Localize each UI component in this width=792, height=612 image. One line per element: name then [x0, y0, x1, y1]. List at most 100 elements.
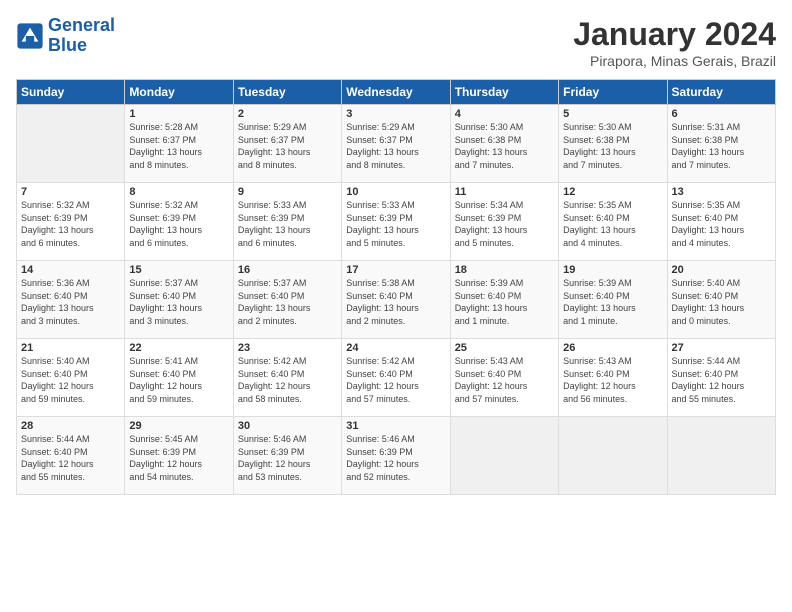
day-info: Sunrise: 5:32 AM Sunset: 6:39 PM Dayligh… [129, 199, 228, 249]
calendar-cell: 29Sunrise: 5:45 AM Sunset: 6:39 PM Dayli… [125, 417, 233, 495]
day-info: Sunrise: 5:45 AM Sunset: 6:39 PM Dayligh… [129, 433, 228, 483]
day-number: 12 [563, 186, 662, 198]
day-number: 13 [672, 186, 771, 198]
day-number: 28 [21, 420, 120, 432]
day-number: 19 [563, 264, 662, 276]
day-info: Sunrise: 5:40 AM Sunset: 6:40 PM Dayligh… [21, 355, 120, 405]
calendar-cell: 16Sunrise: 5:37 AM Sunset: 6:40 PM Dayli… [233, 261, 341, 339]
calendar-cell [559, 417, 667, 495]
day-number: 10 [346, 186, 445, 198]
calendar-cell: 9Sunrise: 5:33 AM Sunset: 6:39 PM Daylig… [233, 183, 341, 261]
day-number: 20 [672, 264, 771, 276]
header-friday: Friday [559, 80, 667, 105]
calendar-cell: 30Sunrise: 5:46 AM Sunset: 6:39 PM Dayli… [233, 417, 341, 495]
calendar-week-3: 14Sunrise: 5:36 AM Sunset: 6:40 PM Dayli… [17, 261, 776, 339]
header: General Blue January 2024 Pirapora, Mina… [16, 16, 776, 69]
calendar-cell: 17Sunrise: 5:38 AM Sunset: 6:40 PM Dayli… [342, 261, 450, 339]
day-number: 16 [238, 264, 337, 276]
day-info: Sunrise: 5:44 AM Sunset: 6:40 PM Dayligh… [21, 433, 120, 483]
day-info: Sunrise: 5:30 AM Sunset: 6:38 PM Dayligh… [563, 121, 662, 171]
day-info: Sunrise: 5:39 AM Sunset: 6:40 PM Dayligh… [563, 277, 662, 327]
header-monday: Monday [125, 80, 233, 105]
header-thursday: Thursday [450, 80, 558, 105]
day-info: Sunrise: 5:40 AM Sunset: 6:40 PM Dayligh… [672, 277, 771, 327]
day-info: Sunrise: 5:37 AM Sunset: 6:40 PM Dayligh… [238, 277, 337, 327]
day-info: Sunrise: 5:42 AM Sunset: 6:40 PM Dayligh… [346, 355, 445, 405]
calendar-cell: 5Sunrise: 5:30 AM Sunset: 6:38 PM Daylig… [559, 105, 667, 183]
day-info: Sunrise: 5:29 AM Sunset: 6:37 PM Dayligh… [346, 121, 445, 171]
day-info: Sunrise: 5:31 AM Sunset: 6:38 PM Dayligh… [672, 121, 771, 171]
calendar-week-4: 21Sunrise: 5:40 AM Sunset: 6:40 PM Dayli… [17, 339, 776, 417]
calendar-cell: 2Sunrise: 5:29 AM Sunset: 6:37 PM Daylig… [233, 105, 341, 183]
subtitle: Pirapora, Minas Gerais, Brazil [573, 53, 776, 69]
day-info: Sunrise: 5:46 AM Sunset: 6:39 PM Dayligh… [346, 433, 445, 483]
calendar-cell: 7Sunrise: 5:32 AM Sunset: 6:39 PM Daylig… [17, 183, 125, 261]
calendar-cell: 31Sunrise: 5:46 AM Sunset: 6:39 PM Dayli… [342, 417, 450, 495]
day-number: 9 [238, 186, 337, 198]
title-block: January 2024 Pirapora, Minas Gerais, Bra… [573, 16, 776, 69]
day-info: Sunrise: 5:43 AM Sunset: 6:40 PM Dayligh… [455, 355, 554, 405]
day-number: 2 [238, 108, 337, 120]
calendar-cell: 15Sunrise: 5:37 AM Sunset: 6:40 PM Dayli… [125, 261, 233, 339]
day-info: Sunrise: 5:36 AM Sunset: 6:40 PM Dayligh… [21, 277, 120, 327]
day-info: Sunrise: 5:35 AM Sunset: 6:40 PM Dayligh… [672, 199, 771, 249]
day-number: 3 [346, 108, 445, 120]
day-info: Sunrise: 5:41 AM Sunset: 6:40 PM Dayligh… [129, 355, 228, 405]
calendar-cell: 3Sunrise: 5:29 AM Sunset: 6:37 PM Daylig… [342, 105, 450, 183]
logo-icon [16, 22, 44, 50]
calendar-cell: 10Sunrise: 5:33 AM Sunset: 6:39 PM Dayli… [342, 183, 450, 261]
calendar-cell: 12Sunrise: 5:35 AM Sunset: 6:40 PM Dayli… [559, 183, 667, 261]
calendar-cell: 21Sunrise: 5:40 AM Sunset: 6:40 PM Dayli… [17, 339, 125, 417]
day-number: 23 [238, 342, 337, 354]
calendar-cell: 25Sunrise: 5:43 AM Sunset: 6:40 PM Dayli… [450, 339, 558, 417]
day-info: Sunrise: 5:33 AM Sunset: 6:39 PM Dayligh… [346, 199, 445, 249]
day-number: 18 [455, 264, 554, 276]
calendar-cell: 1Sunrise: 5:28 AM Sunset: 6:37 PM Daylig… [125, 105, 233, 183]
calendar-cell [450, 417, 558, 495]
calendar-container: General Blue January 2024 Pirapora, Mina… [0, 0, 792, 503]
day-info: Sunrise: 5:37 AM Sunset: 6:40 PM Dayligh… [129, 277, 228, 327]
logo-text: General Blue [48, 16, 115, 56]
day-number: 25 [455, 342, 554, 354]
day-info: Sunrise: 5:33 AM Sunset: 6:39 PM Dayligh… [238, 199, 337, 249]
calendar-cell: 26Sunrise: 5:43 AM Sunset: 6:40 PM Dayli… [559, 339, 667, 417]
logo: General Blue [16, 16, 115, 56]
day-info: Sunrise: 5:32 AM Sunset: 6:39 PM Dayligh… [21, 199, 120, 249]
calendar-cell: 18Sunrise: 5:39 AM Sunset: 6:40 PM Dayli… [450, 261, 558, 339]
header-saturday: Saturday [667, 80, 775, 105]
calendar-cell: 14Sunrise: 5:36 AM Sunset: 6:40 PM Dayli… [17, 261, 125, 339]
calendar-cell: 28Sunrise: 5:44 AM Sunset: 6:40 PM Dayli… [17, 417, 125, 495]
day-number: 5 [563, 108, 662, 120]
calendar-cell [17, 105, 125, 183]
day-number: 22 [129, 342, 228, 354]
day-info: Sunrise: 5:42 AM Sunset: 6:40 PM Dayligh… [238, 355, 337, 405]
calendar-week-1: 1Sunrise: 5:28 AM Sunset: 6:37 PM Daylig… [17, 105, 776, 183]
day-number: 15 [129, 264, 228, 276]
day-info: Sunrise: 5:43 AM Sunset: 6:40 PM Dayligh… [563, 355, 662, 405]
calendar-table: Sunday Monday Tuesday Wednesday Thursday… [16, 79, 776, 495]
day-number: 6 [672, 108, 771, 120]
calendar-cell: 13Sunrise: 5:35 AM Sunset: 6:40 PM Dayli… [667, 183, 775, 261]
calendar-cell: 19Sunrise: 5:39 AM Sunset: 6:40 PM Dayli… [559, 261, 667, 339]
day-info: Sunrise: 5:38 AM Sunset: 6:40 PM Dayligh… [346, 277, 445, 327]
header-row: Sunday Monday Tuesday Wednesday Thursday… [17, 80, 776, 105]
day-number: 30 [238, 420, 337, 432]
month-title: January 2024 [573, 16, 776, 53]
day-number: 4 [455, 108, 554, 120]
header-sunday: Sunday [17, 80, 125, 105]
day-number: 21 [21, 342, 120, 354]
header-wednesday: Wednesday [342, 80, 450, 105]
calendar-cell: 22Sunrise: 5:41 AM Sunset: 6:40 PM Dayli… [125, 339, 233, 417]
day-info: Sunrise: 5:29 AM Sunset: 6:37 PM Dayligh… [238, 121, 337, 171]
day-info: Sunrise: 5:30 AM Sunset: 6:38 PM Dayligh… [455, 121, 554, 171]
calendar-cell: 23Sunrise: 5:42 AM Sunset: 6:40 PM Dayli… [233, 339, 341, 417]
day-number: 7 [21, 186, 120, 198]
day-number: 11 [455, 186, 554, 198]
day-info: Sunrise: 5:46 AM Sunset: 6:39 PM Dayligh… [238, 433, 337, 483]
day-info: Sunrise: 5:44 AM Sunset: 6:40 PM Dayligh… [672, 355, 771, 405]
calendar-week-5: 28Sunrise: 5:44 AM Sunset: 6:40 PM Dayli… [17, 417, 776, 495]
day-number: 17 [346, 264, 445, 276]
day-number: 26 [563, 342, 662, 354]
logo-line2: Blue [48, 35, 87, 55]
calendar-cell: 20Sunrise: 5:40 AM Sunset: 6:40 PM Dayli… [667, 261, 775, 339]
